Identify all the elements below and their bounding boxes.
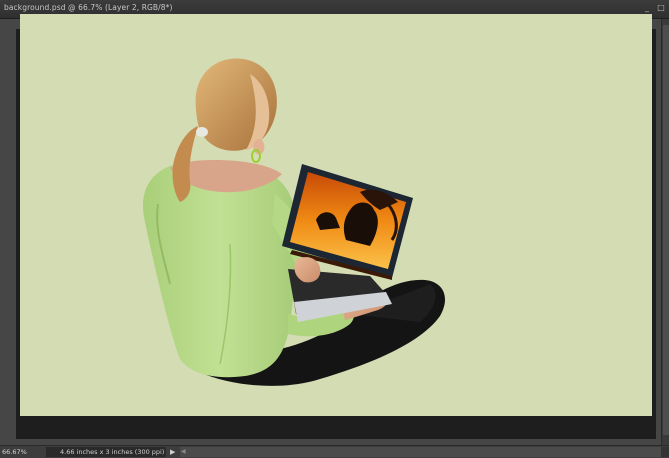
image-canvas[interactable]: [20, 14, 652, 416]
restore-button[interactable]: □: [657, 3, 665, 13]
scroll-left-icon[interactable]: ◀: [181, 448, 189, 456]
photo-woman-with-laptop: [142, 58, 445, 386]
horizontal-scrollbar[interactable]: ◀: [180, 447, 661, 457]
vertical-scroll-thumb[interactable]: [663, 25, 669, 435]
resize-corner[interactable]: [661, 447, 669, 457]
vertical-scrollbar[interactable]: [661, 19, 669, 445]
document-title: background.psd @ 66.7% (Layer 2, RGB/8*): [4, 3, 173, 12]
document-info: 4.66 inches x 3 inches (300 ppi): [46, 447, 166, 457]
zoom-level[interactable]: 66.67%: [2, 447, 42, 457]
window-controls: _ □: [643, 3, 665, 13]
status-bar: 66.67% 4.66 inches x 3 inches (300 ppi) …: [0, 445, 669, 458]
status-menu-arrow-icon[interactable]: ▶: [170, 447, 178, 457]
document-window: background.psd @ 66.7% (Layer 2, RGB/8*)…: [0, 0, 669, 458]
minimize-button[interactable]: _: [643, 3, 651, 13]
